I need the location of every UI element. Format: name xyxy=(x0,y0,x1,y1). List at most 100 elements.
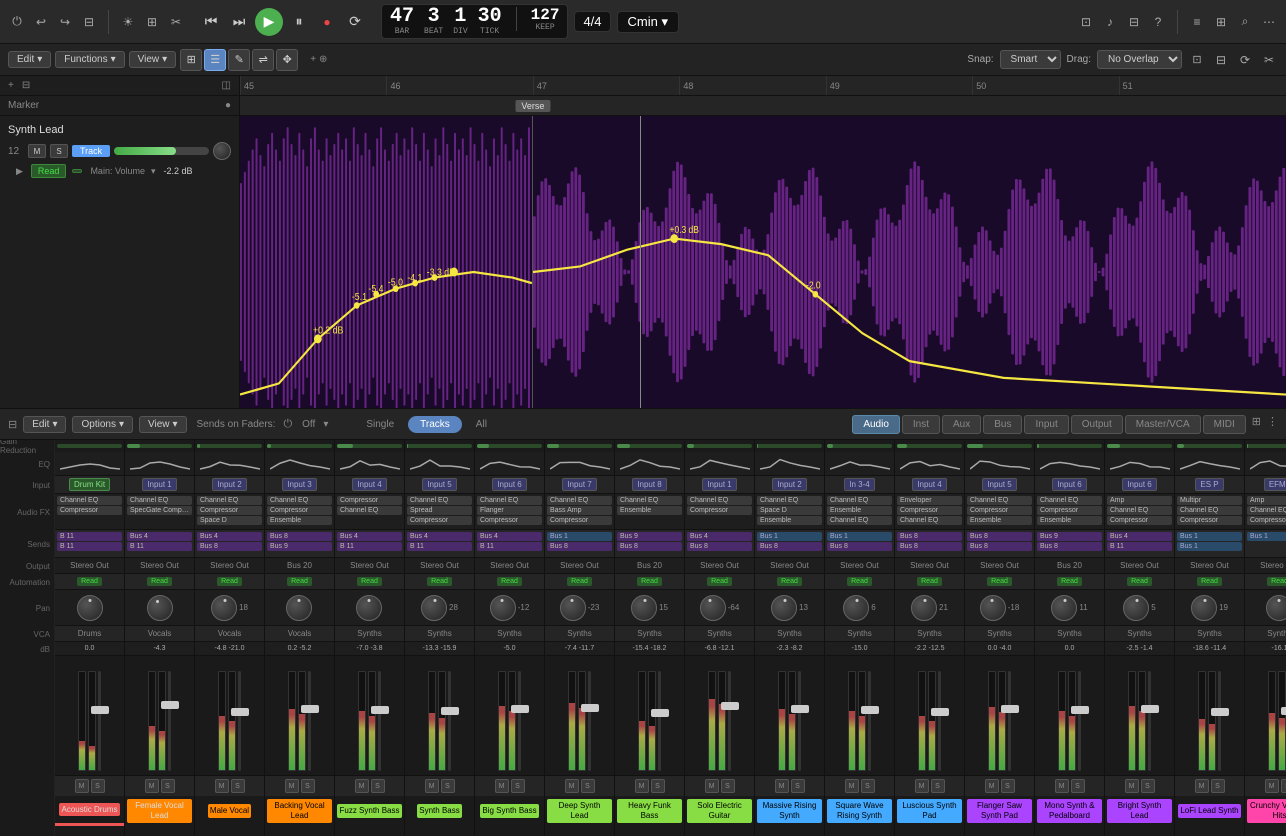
ch4-pan-knob[interactable] xyxy=(356,595,382,621)
ch3-fx2[interactable]: Compressor xyxy=(267,506,332,515)
ch2-input-btn[interactable]: Input 2 xyxy=(212,478,246,491)
ch12-eq-row[interactable] xyxy=(895,452,964,476)
ch11-fx2[interactable]: Ensemble xyxy=(827,506,892,515)
rewind-btn[interactable]: ⏮ xyxy=(199,10,223,34)
track-options-icon[interactable]: ⊟ xyxy=(22,80,30,91)
ch12-send1[interactable]: Bus 8 xyxy=(897,532,962,541)
trim-icon[interactable]: ✂ xyxy=(1260,51,1278,69)
ch12-pan-knob[interactable] xyxy=(911,595,937,621)
ch10-fx1[interactable]: Channel EQ xyxy=(757,496,822,505)
ch9-solo-btn[interactable]: S xyxy=(721,779,735,793)
region-2[interactable]: Synth Lead ∞∞ +0.3 dB -2.0 -∞ dB xyxy=(533,116,1286,408)
midi-icon[interactable]: ⊞ xyxy=(143,13,161,31)
ch11-fx1[interactable]: Channel EQ xyxy=(827,496,892,505)
ch7-eq-row[interactable] xyxy=(545,452,614,476)
power-icon[interactable]: ⏻ xyxy=(8,13,26,31)
piano-icon[interactable]: ♪ xyxy=(1101,13,1119,31)
ch13-eq-row[interactable] xyxy=(965,452,1034,476)
ch13-mute-btn[interactable]: M xyxy=(985,779,999,793)
ch8-auto-btn[interactable]: Read xyxy=(637,577,662,586)
ch14-input-btn[interactable]: Input 6 xyxy=(1052,478,1086,491)
mixer-tab-tracks[interactable]: Tracks xyxy=(408,416,462,433)
ch2-fx2[interactable]: SpecGate Compressor xyxy=(127,506,192,515)
ch3-solo-btn[interactable]: S xyxy=(301,779,315,793)
ch2-fader-handle[interactable] xyxy=(161,701,179,709)
read-btn[interactable]: Read xyxy=(31,164,67,178)
volume-arrow-icon[interactable]: ▾ xyxy=(151,166,156,177)
marker-add-icon[interactable]: ● xyxy=(225,100,231,111)
ch6-pan-knob[interactable] xyxy=(490,595,516,621)
ch2-auto-btn[interactable]: Read xyxy=(147,577,172,586)
ch17-eq-row[interactable] xyxy=(1245,452,1286,476)
ch6-input-btn[interactable]: Input 6 xyxy=(492,478,526,491)
ch8-fx1[interactable]: Channel EQ xyxy=(617,496,682,505)
ch2-fader-handle[interactable] xyxy=(231,708,249,716)
expand-icon[interactable]: ▶ xyxy=(16,166,23,177)
solo-btn[interactable]: S xyxy=(50,144,68,158)
ch3-send2[interactable]: Bus 9 xyxy=(267,542,332,551)
ch13-fx2[interactable]: Compressor xyxy=(967,506,1032,515)
ch13-solo-btn[interactable]: S xyxy=(1001,779,1015,793)
ch6-solo-btn[interactable]: S xyxy=(511,779,525,793)
ch2-mute-btn[interactable]: M xyxy=(215,779,229,793)
ch11-mute-btn[interactable]: M xyxy=(845,779,859,793)
ch7-pan-knob[interactable] xyxy=(560,595,586,621)
ch9-auto-btn[interactable]: Read xyxy=(707,577,732,586)
ch1-fader-handle[interactable] xyxy=(91,706,109,714)
filter-tab-aux[interactable]: Aux xyxy=(942,415,981,434)
ch5-fader-handle[interactable] xyxy=(441,707,459,715)
ch16-solo-btn[interactable]: S xyxy=(1211,779,1225,793)
ch5-fx2[interactable]: Spread xyxy=(407,506,472,515)
ch5-eq-row[interactable] xyxy=(405,452,474,476)
ch2-mute-btn[interactable]: M xyxy=(145,779,159,793)
ch1-send1[interactable]: B 11 xyxy=(57,532,122,541)
ch5-fx3[interactable]: Compressor xyxy=(407,516,472,525)
time-sig-display[interactable]: 4/4 xyxy=(574,11,610,32)
cpu-icon[interactable]: ☀ xyxy=(119,13,137,31)
ch8-fader-handle[interactable] xyxy=(651,709,669,717)
ch4-send1[interactable]: Bus 4 xyxy=(337,532,402,541)
ch14-pan-knob[interactable] xyxy=(1051,595,1077,621)
more-icon[interactable]: ⋯ xyxy=(1260,13,1278,31)
ch11-pan-knob[interactable] xyxy=(843,595,869,621)
ch3-pan-knob[interactable] xyxy=(286,595,312,621)
ch11-fx3[interactable]: Channel EQ xyxy=(827,516,892,525)
ch6-fx2[interactable]: Flanger xyxy=(477,506,542,515)
mixer-view-btn[interactable]: View ▾ xyxy=(139,416,187,433)
ch1-input-btn[interactable]: Drum Kit xyxy=(69,478,110,491)
ch16-input-btn[interactable]: ES P xyxy=(1195,478,1223,491)
ch16-pan-knob[interactable] xyxy=(1191,595,1217,621)
ch2-fx2[interactable]: Compressor xyxy=(197,506,262,515)
ch13-send2[interactable]: Bus 8 xyxy=(967,542,1032,551)
ch6-fx3[interactable]: Compressor xyxy=(477,516,542,525)
ch3-fx3[interactable]: Ensemble xyxy=(267,516,332,525)
ch7-fader-handle[interactable] xyxy=(581,704,599,712)
ch13-pan-knob[interactable] xyxy=(980,595,1006,621)
ch1-eq-row[interactable] xyxy=(55,452,124,476)
volume-slider[interactable] xyxy=(114,147,209,155)
ch17-fader-handle[interactable] xyxy=(1281,707,1286,715)
ch6-fader-handle[interactable] xyxy=(511,705,529,713)
ch15-auto-btn[interactable]: Read xyxy=(1127,577,1152,586)
ch1-auto-btn[interactable]: Read xyxy=(77,577,102,586)
ch12-fx2[interactable]: Compressor xyxy=(897,506,962,515)
track-color-btn[interactable]: Track xyxy=(72,145,110,157)
ch16-mute-btn[interactable]: M xyxy=(1195,779,1209,793)
ch9-input-btn[interactable]: Input 1 xyxy=(702,478,736,491)
ch1-send2[interactable]: B 11 xyxy=(57,542,122,551)
position-display[interactable]: 47 BAR 3 BEAT 1 DIV 30 TICK 127 KEEP xyxy=(381,4,568,39)
ch14-auto-btn[interactable]: Read xyxy=(1057,577,1082,586)
ch7-fx3[interactable]: Compressor xyxy=(547,516,612,525)
list-tool-btn[interactable]: ☰ xyxy=(204,49,226,71)
ch8-fx2[interactable]: Ensemble xyxy=(617,506,682,515)
ch13-auto-btn[interactable]: Read xyxy=(987,577,1012,586)
waveform-container[interactable]: Synth Lead ∞∞ xyxy=(240,116,1286,408)
ch16-eq-row[interactable] xyxy=(1175,452,1244,476)
ch11-fader-handle[interactable] xyxy=(861,706,879,714)
ch15-send2[interactable]: B 11 xyxy=(1107,542,1172,551)
ch16-fx3[interactable]: Compressor xyxy=(1177,516,1242,525)
ch5-input-btn[interactable]: Input 5 xyxy=(422,478,456,491)
ch4-solo-btn[interactable]: S xyxy=(371,779,385,793)
read-indicator[interactable] xyxy=(72,169,82,173)
ch3-input-btn[interactable]: Input 3 xyxy=(282,478,316,491)
